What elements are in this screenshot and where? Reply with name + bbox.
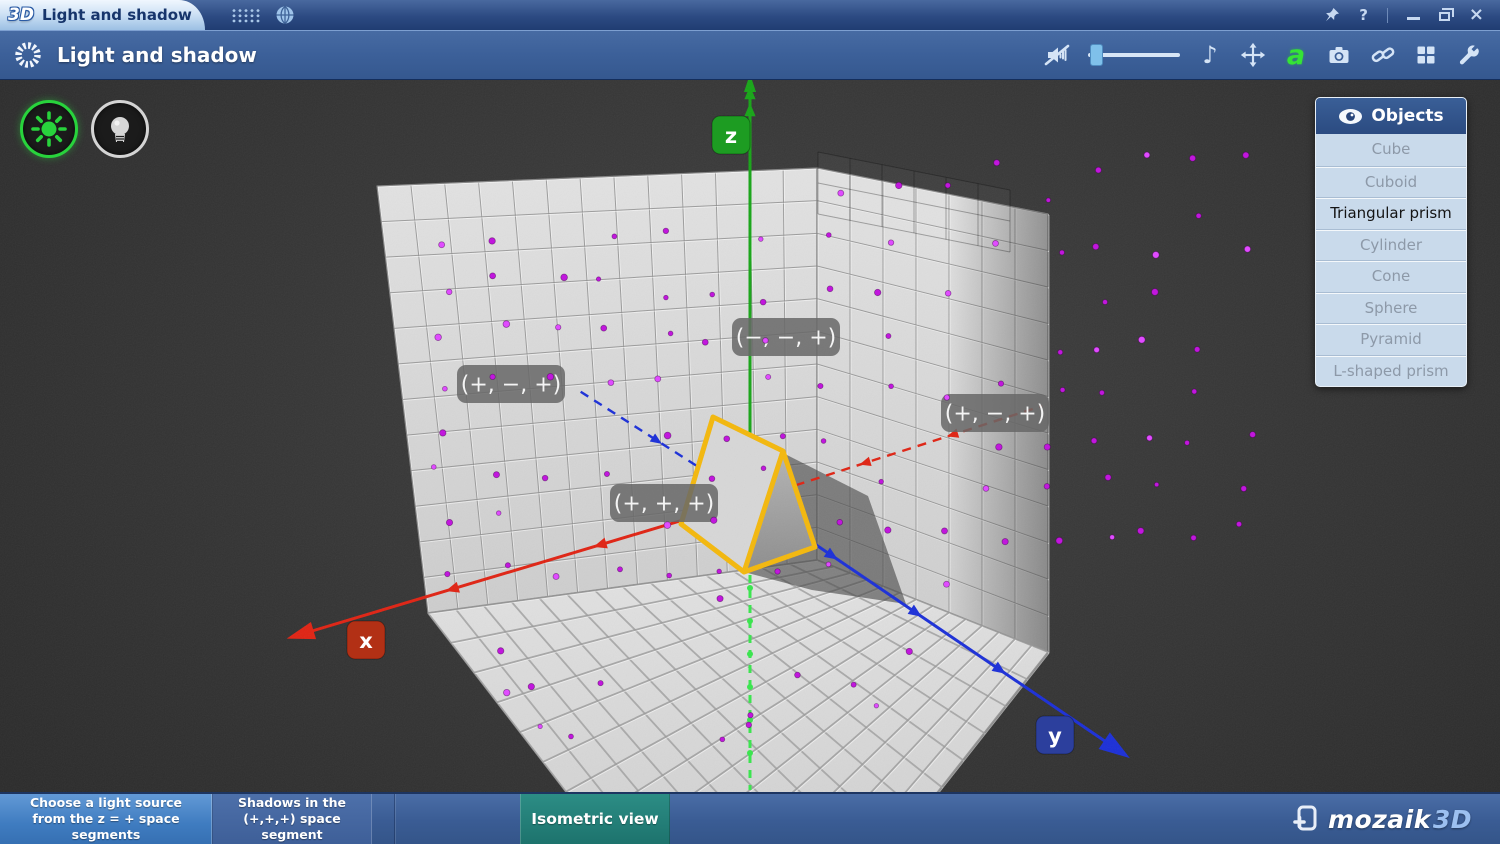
volume-slider-track[interactable]: [1088, 44, 1180, 66]
bulb-light-button[interactable]: [91, 100, 149, 158]
object-item-l-shaped-prism[interactable]: L-shaped prism: [1316, 355, 1466, 387]
svg-text:x: x: [359, 629, 373, 653]
pin-icon[interactable]: [1324, 7, 1340, 23]
tab-title: Light and shadow: [42, 6, 192, 24]
divider: [1387, 8, 1388, 23]
isometric-view-button[interactable]: Isometric view: [520, 794, 670, 844]
svg-text:(+, −, +): (+, −, +): [461, 373, 561, 398]
octant-label: (+, +, +): [610, 484, 718, 522]
volume-slider-handle[interactable]: [1090, 44, 1103, 66]
object-item-cylinder[interactable]: Cylinder: [1316, 229, 1466, 261]
wrench-icon[interactable]: [1456, 41, 1480, 69]
axis-label-z: z: [712, 116, 750, 154]
header-toolbar: ♪a: [1044, 41, 1500, 69]
sun-icon: [30, 110, 68, 148]
objects-panel: Objects CubeCuboidTriangular prismCylind…: [1315, 97, 1467, 387]
svg-text:(−, −, +): (−, −, +): [736, 326, 836, 351]
tiles-icon[interactable]: [1414, 41, 1438, 69]
bottom-bar: Isometric view Shadows in the(+,+,+) spac…: [0, 792, 1500, 844]
choose-light-source-button[interactable]: Choose a light sourcefrom the z = + spac…: [0, 794, 212, 844]
mozaik-brand[interactable]: mozaik3D: [1292, 794, 1472, 844]
annotation-icon[interactable]: a: [1284, 41, 1308, 69]
objects-list: CubeCuboidTriangular prismCylinderConeSp…: [1316, 134, 1466, 386]
object-item-cone[interactable]: Cone: [1316, 260, 1466, 292]
object-item-cuboid[interactable]: Cuboid: [1316, 166, 1466, 198]
mozaik-app-icon: [1292, 804, 1318, 834]
scene-3d[interactable]: (+, −, +) (−, −, +) (+, −, +) (+, +, +) x y z: [0, 80, 1500, 792]
window-controls: ?×: [1324, 6, 1500, 24]
camera-icon[interactable]: [1326, 41, 1352, 69]
object-item-cube[interactable]: Cube: [1316, 134, 1466, 166]
restore-button[interactable]: [1439, 9, 1450, 21]
mute-icon[interactable]: [1044, 41, 1070, 69]
octant-label: (−, −, +): [732, 318, 840, 356]
svg-text:z: z: [725, 124, 737, 148]
octant-label: (+, −, +): [457, 365, 565, 403]
dots-grid-icon[interactable]: [231, 8, 261, 23]
help-button[interactable]: ?: [1359, 6, 1368, 24]
volume-slider[interactable]: [1088, 41, 1180, 69]
bottom-bar-divider: [394, 794, 395, 844]
app-header: Light and shadow ♪a: [0, 30, 1500, 80]
sun-light-button[interactable]: [20, 100, 78, 158]
object-item-sphere[interactable]: Sphere: [1316, 292, 1466, 324]
app-tab[interactable]: 3D Light and shadow: [0, 0, 205, 30]
noise-overlay: [0, 80, 1500, 792]
globe-icon[interactable]: [275, 5, 295, 25]
window-titlebar: 3D Light and shadow ?×: [0, 0, 1500, 30]
scene-viewport: (+, −, +) (−, −, +) (+, −, +) (+, +, +) x y z: [0, 80, 1500, 792]
object-item-pyramid[interactable]: Pyramid: [1316, 323, 1466, 355]
brand-name: mozaik3D: [1328, 805, 1472, 834]
app-window: 3D Light and shadow ?× Light and shadow …: [0, 0, 1500, 844]
object-item-triangular-prism[interactable]: Triangular prism: [1316, 197, 1466, 229]
axis-label-y: y: [1036, 716, 1074, 754]
bulb-icon: [102, 110, 138, 148]
octant-label: (+, −, +): [941, 394, 1049, 432]
svg-text:(+, −, +): (+, −, +): [945, 402, 1045, 427]
eye-icon: [1338, 108, 1363, 125]
app-logo-3d: 3D: [8, 5, 34, 25]
music-note-icon[interactable]: ♪: [1198, 41, 1222, 69]
minimize-button[interactable]: [1407, 11, 1420, 20]
move-icon[interactable]: [1240, 41, 1266, 69]
page-title: Light and shadow: [57, 43, 257, 67]
objects-panel-header: Objects: [1316, 98, 1466, 134]
axis-label-x: x: [347, 621, 385, 659]
svg-text:(+, +, +): (+, +, +): [614, 492, 714, 517]
shadows-segment-button[interactable]: Shadows in the(+,+,+) space segment: [212, 794, 372, 844]
close-button[interactable]: ×: [1469, 6, 1484, 24]
link-icon[interactable]: [1370, 41, 1396, 69]
svg-text:y: y: [1048, 724, 1062, 748]
spinner-icon: [13, 40, 43, 70]
globe-glyph: [275, 5, 295, 25]
objects-panel-title: Objects: [1371, 106, 1443, 126]
